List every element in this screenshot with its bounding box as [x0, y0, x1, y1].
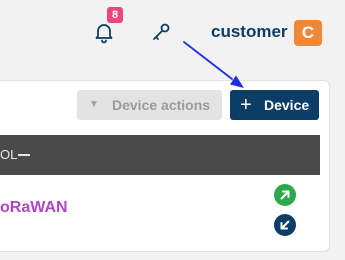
plus-icon: +: [240, 94, 252, 116]
avatar[interactable]: C: [294, 20, 322, 46]
top-bar: 8 customer C: [0, 0, 345, 66]
table-header-label[interactable]: OL: [0, 135, 17, 175]
user-name[interactable]: customer: [211, 22, 288, 42]
add-device-label: Device: [264, 97, 310, 113]
key-icon[interactable]: [149, 20, 173, 44]
device-type-link[interactable]: oRaWAN: [0, 199, 68, 217]
add-device-button[interactable]: + Device: [230, 90, 319, 120]
notification-count-badge: 8: [107, 7, 123, 23]
device-actions-button[interactable]: ▼ Device actions: [77, 90, 222, 120]
arrow-down-left-icon: [274, 214, 296, 236]
minus-icon[interactable]: [18, 154, 30, 156]
table-header: OL: [0, 135, 320, 175]
device-actions-label: Device actions: [112, 97, 211, 113]
caret-down-icon: ▼: [89, 99, 99, 110]
bell-icon[interactable]: [92, 20, 116, 44]
arrow-up-right-icon: [274, 184, 296, 206]
